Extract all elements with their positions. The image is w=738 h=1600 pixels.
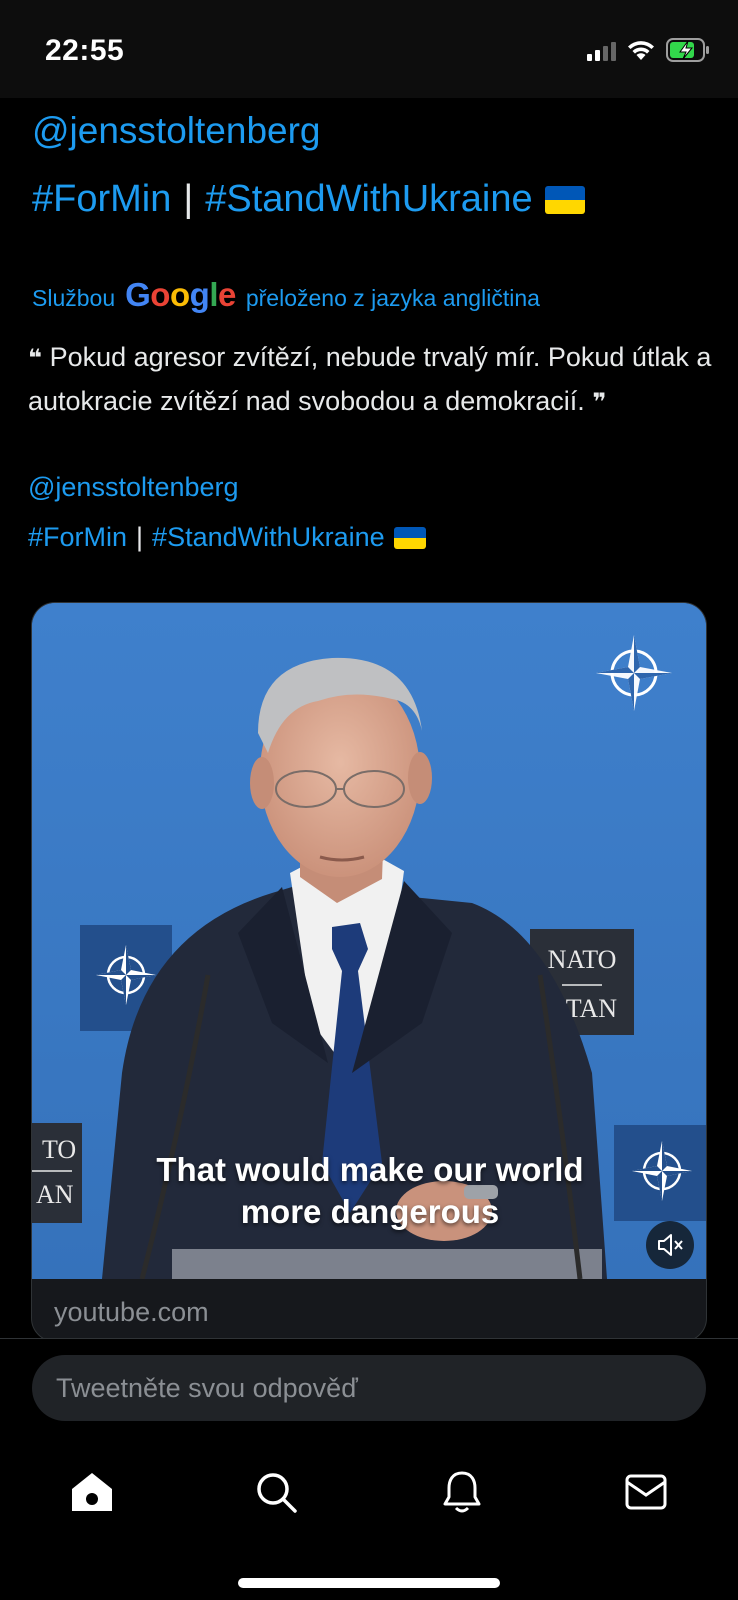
status-icons xyxy=(587,38,710,62)
tab-home[interactable] xyxy=(62,1462,122,1522)
video-caption: That would make our world more dangerous xyxy=(32,1149,706,1233)
mention-link[interactable]: @jensstoltenberg xyxy=(28,472,239,503)
separator: | xyxy=(183,178,194,220)
hashtag-row: #ForMin | #StandWithUkraine xyxy=(28,522,426,553)
mail-icon xyxy=(625,1474,667,1510)
home-indicator xyxy=(238,1578,500,1588)
translated-by-prefix: Službou xyxy=(32,285,116,311)
tab-bar xyxy=(0,1438,738,1600)
cellular-signal-icon xyxy=(587,39,616,61)
caption-line: That would make our world xyxy=(156,1151,584,1188)
hashtag-link[interactable]: #StandWithUkraine xyxy=(205,178,532,221)
status-time: 22:55 xyxy=(45,34,125,67)
mention-link[interactable]: @jensstoltenberg xyxy=(32,110,321,152)
translation-body: Pokud agresor zvítězí, nebude trvalý mír… xyxy=(28,342,712,416)
home-icon xyxy=(72,1473,112,1511)
translation-attribution: Službou Google přeloženo z jazyka anglič… xyxy=(32,276,540,314)
translated-text: ❝ Pokud agresor zvítězí, nebude trvalý m… xyxy=(28,336,718,424)
search-icon xyxy=(257,1473,297,1513)
reply-bar xyxy=(0,1338,738,1438)
tab-messages[interactable] xyxy=(616,1462,676,1522)
card-domain: youtube.com xyxy=(54,1297,209,1327)
ukraine-flag-icon xyxy=(544,185,585,214)
translated-by-suffix: přeloženo z jazyka angličtina xyxy=(245,285,540,311)
hashtag-link[interactable]: #ForMin xyxy=(28,522,127,553)
nato-sign-text: NATO xyxy=(548,945,617,974)
hashtag-link[interactable]: #StandWithUkraine xyxy=(152,522,385,553)
video-player[interactable]: NATO OTAN TO AN That would make our worl… xyxy=(32,603,706,1279)
separator: | xyxy=(136,522,144,552)
hashtag-link[interactable]: #ForMin xyxy=(32,178,171,221)
bell-icon xyxy=(443,1471,481,1513)
media-card[interactable]: NATO OTAN TO AN That would make our worl… xyxy=(31,602,707,1342)
open-quote-icon: ❝ xyxy=(28,345,43,372)
battery-charging-icon xyxy=(666,38,709,62)
mute-button[interactable] xyxy=(646,1221,694,1269)
google-logo-icon: Google xyxy=(125,276,236,313)
ukraine-flag-icon xyxy=(393,526,426,549)
wifi-icon xyxy=(628,41,654,60)
caption-line: more dangerous xyxy=(240,1193,500,1230)
tab-search[interactable] xyxy=(246,1462,306,1522)
hashtag-row: #ForMin | #StandWithUkraine xyxy=(32,178,585,221)
status-bar: 22:55 xyxy=(0,0,738,98)
tab-notifications[interactable] xyxy=(432,1462,492,1522)
speaker-muted-icon xyxy=(658,1234,683,1256)
reply-input[interactable] xyxy=(32,1355,706,1421)
close-quote-icon: ❞ xyxy=(592,389,607,416)
